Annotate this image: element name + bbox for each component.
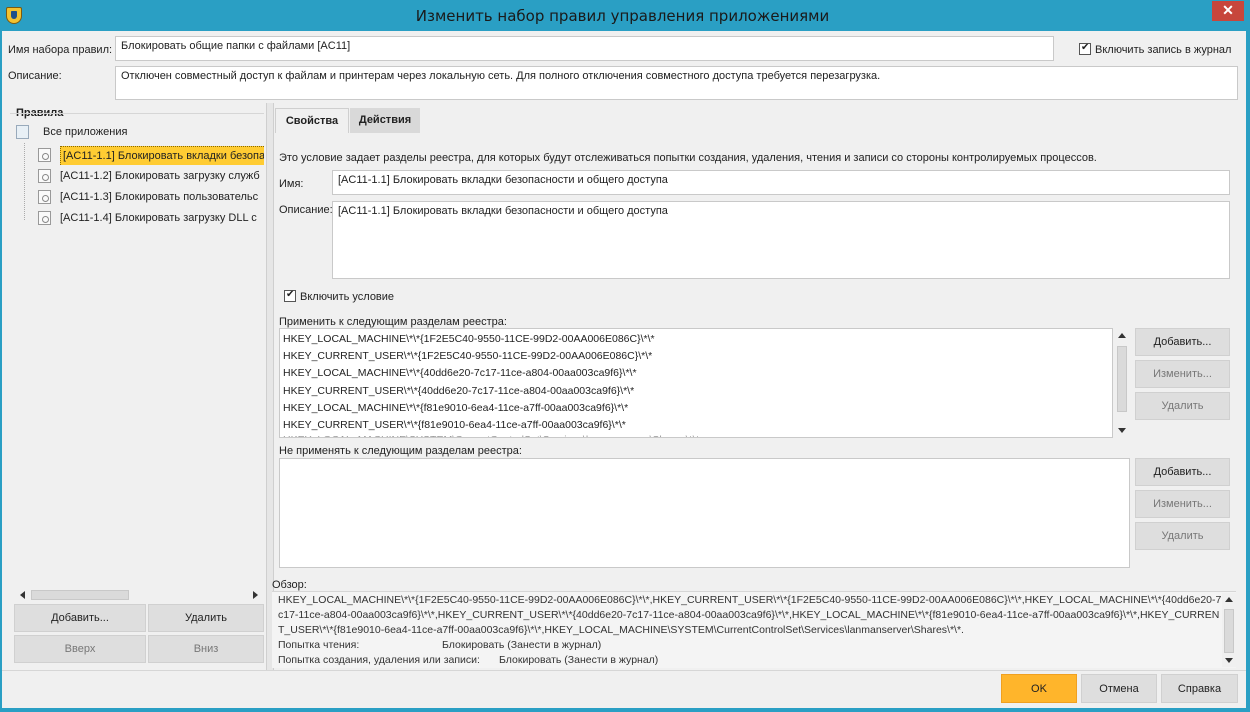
- list-item[interactable]: HKEY_CURRENT_USER\*\*{40dd6e20-7c17-11ce…: [283, 383, 634, 400]
- rule-tree-item[interactable]: [AC11-1.4] Блокировать загрузку DLL с: [38, 209, 264, 228]
- tree-line: [24, 143, 25, 220]
- scroll-left-icon[interactable]: [20, 591, 25, 599]
- overview-vscrollbar[interactable]: [1222, 593, 1236, 667]
- rule-tree-item[interactable]: [AC11-1.1] Блокировать вкладки безопа: [38, 146, 264, 165]
- rule-tree-item[interactable]: [AC11-1.2] Блокировать загрузку служб: [38, 167, 264, 186]
- dialog-body: Имя набора правил: Блокировать общие пап…: [2, 31, 1246, 708]
- rules-hscrollbar[interactable]: [16, 589, 264, 601]
- write-attempt-value: Блокировать (Занести в журнал): [499, 654, 659, 666]
- scroll-up-icon[interactable]: [1118, 333, 1126, 338]
- add-rule-button[interactable]: Добавить...: [14, 604, 146, 632]
- add-exclude-key-button[interactable]: Добавить...: [1135, 458, 1230, 486]
- overview-keys-text: HKEY_LOCAL_MACHINE\*\*{1F2E5C40-9550-11C…: [278, 594, 1222, 636]
- exclude-keys-label: Не применять к следующим разделам реестр…: [279, 445, 522, 457]
- edit-exclude-key-button[interactable]: Изменить...: [1135, 490, 1230, 518]
- cancel-button[interactable]: Отмена: [1081, 674, 1157, 703]
- list-item[interactable]: HKEY_LOCAL_MACHINE\*\*{1F2E5C40-9550-11C…: [283, 331, 655, 348]
- overview-read-row: Попытка чтения: Блокировать (Занести в ж…: [278, 638, 1222, 653]
- list-item[interactable]: HKEY_LOCAL_MACHINE\*\*{40dd6e20-7c17-11c…: [283, 365, 637, 382]
- list-item[interactable]: HKEY_CURRENT_USER\*\*{f81e9010-6ea4-11ce…: [283, 417, 626, 434]
- title-bar[interactable]: Изменить набор правил управления приложе…: [0, 0, 1250, 31]
- condition-description-input[interactable]: [AC11-1.1] Блокировать вкладки безопасно…: [332, 201, 1230, 279]
- read-attempt-value: Блокировать (Занести в журнал): [442, 639, 602, 651]
- delete-apply-key-button[interactable]: Удалить: [1135, 392, 1230, 420]
- overview-write-row: Попытка создания, удаления или записи: Б…: [278, 653, 1222, 668]
- ruleset-description-input[interactable]: Отключен совместный доступ к файлам и пр…: [115, 66, 1238, 100]
- ruleset-description-label: Описание:: [8, 70, 62, 82]
- enable-condition-label: Включить условие: [300, 291, 395, 303]
- dialog-window: Изменить набор правил управления приложе…: [0, 0, 1250, 712]
- ruleset-name-label: Имя набора правил:: [8, 44, 113, 56]
- enable-condition-checkbox[interactable]: Включить условие: [284, 289, 395, 303]
- exclude-keys-list[interactable]: [279, 458, 1130, 568]
- write-attempt-label: Попытка создания, удаления или записи:: [278, 654, 480, 666]
- tab-actions[interactable]: Действия: [350, 108, 420, 133]
- scroll-down-icon[interactable]: [1225, 658, 1233, 663]
- apply-keys-list[interactable]: HKEY_LOCAL_MACHINE\SYSTEM\CurrentControl…: [279, 328, 1113, 438]
- dll-rule-icon: [38, 211, 51, 225]
- apply-keys-vscrollbar[interactable]: [1115, 328, 1129, 438]
- rule-tree-item[interactable]: [AC11-1.3] Блокировать пользовательс: [38, 188, 264, 207]
- read-attempt-label: Попытка чтения:: [278, 639, 360, 651]
- vscroll-thumb[interactable]: [1117, 346, 1127, 412]
- list-item[interactable]: HKEY_CURRENT_USER\*\*{1F2E5C40-9550-11CE…: [283, 348, 652, 365]
- footer-divider: [2, 670, 1246, 671]
- tree-root-all-apps[interactable]: Все приложения: [16, 123, 256, 142]
- condition-description-label: Описание:: [279, 204, 333, 216]
- registry-rule-icon: [38, 148, 51, 162]
- checkbox-icon[interactable]: [1079, 42, 1091, 55]
- add-apply-key-button[interactable]: Добавить...: [1135, 328, 1230, 356]
- window-title: Изменить набор правил управления приложе…: [415, 7, 830, 25]
- condition-intro-text: Это условие задает разделы реестра, для …: [279, 152, 1097, 164]
- condition-name-label: Имя:: [279, 178, 304, 190]
- help-button[interactable]: Справка: [1161, 674, 1238, 703]
- rule-tree-label: [AC11-1.2] Блокировать загрузку служб: [60, 170, 260, 182]
- scroll-down-icon[interactable]: [1118, 428, 1126, 433]
- rule-tree-label: [AC11-1.4] Блокировать загрузку DLL с: [60, 212, 257, 224]
- checkbox-icon[interactable]: [284, 289, 296, 302]
- overview-text: HKEY_LOCAL_MACHINE\*\*{1F2E5C40-9550-11C…: [278, 593, 1222, 668]
- apply-keys-label: Применить к следующим разделам реестра:: [279, 316, 507, 328]
- move-down-button[interactable]: Вниз: [148, 635, 264, 663]
- hscroll-thumb[interactable]: [31, 590, 129, 600]
- ruleset-name-input[interactable]: Блокировать общие папки с файлами [AC11]: [115, 36, 1054, 61]
- tab-properties[interactable]: Свойства: [275, 108, 349, 133]
- move-up-button[interactable]: Вверх: [14, 635, 146, 663]
- condition-name-input[interactable]: [AC11-1.1] Блокировать вкладки безопасно…: [332, 170, 1230, 195]
- scroll-up-icon[interactable]: [1225, 597, 1233, 602]
- rule-tree-label: [AC11-1.1] Блокировать вкладки безопа: [60, 146, 264, 165]
- list-item[interactable]: HKEY_LOCAL_MACHINE\*\*{f81e9010-6ea4-11c…: [283, 400, 628, 417]
- enable-logging-checkbox[interactable]: Включить запись в журнал: [1079, 42, 1232, 56]
- close-button[interactable]: ✕: [1212, 1, 1244, 21]
- enable-logging-label: Включить запись в журнал: [1095, 44, 1232, 56]
- edit-apply-key-button[interactable]: Изменить...: [1135, 360, 1230, 388]
- vscroll-thumb[interactable]: [1224, 609, 1234, 653]
- delete-exclude-key-button[interactable]: Удалить: [1135, 522, 1230, 550]
- overview-label: Обзор:: [272, 579, 307, 591]
- scroll-right-icon[interactable]: [253, 591, 258, 599]
- rule-tree-label: [AC11-1.3] Блокировать пользовательс: [60, 191, 259, 203]
- delete-rule-button[interactable]: Удалить: [148, 604, 264, 632]
- computer-icon: [16, 125, 29, 139]
- file-rule-icon: [38, 190, 51, 204]
- service-rule-icon: [38, 169, 51, 183]
- ok-button[interactable]: OK: [1001, 674, 1077, 703]
